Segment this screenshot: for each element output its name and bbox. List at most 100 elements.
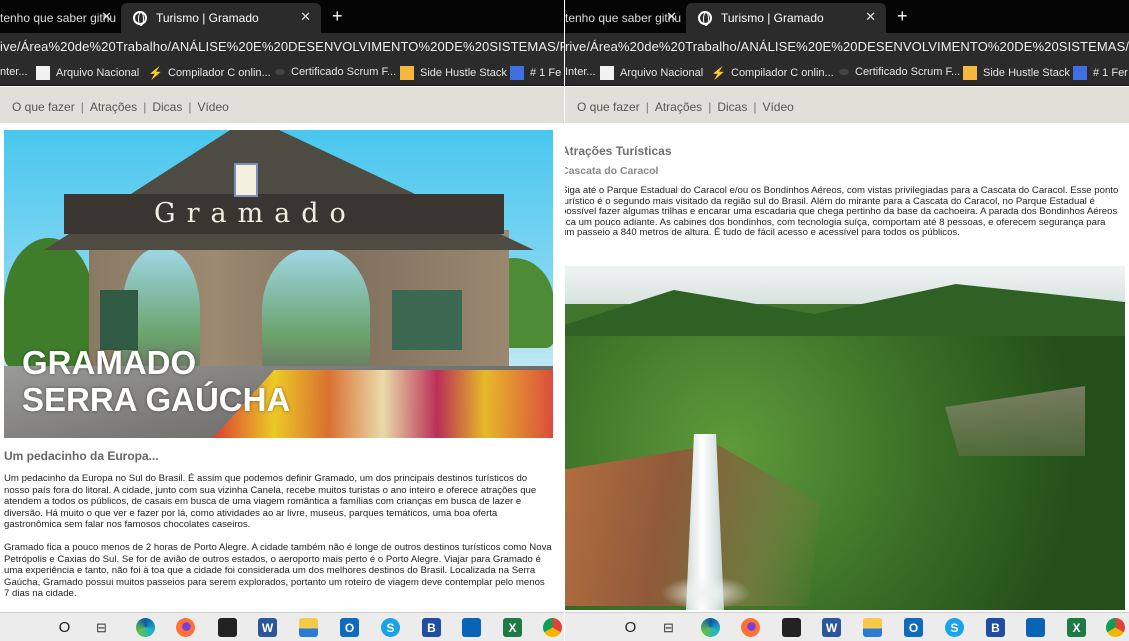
nav-dicas[interactable]: Dicas bbox=[717, 100, 747, 114]
skype-icon[interactable]: S bbox=[945, 618, 964, 637]
excel-icon[interactable]: X bbox=[1067, 618, 1086, 637]
bookmark-scrum[interactable]: Certificado Scrum F... bbox=[275, 66, 396, 78]
task-view-icon[interactable]: ⊟ bbox=[92, 618, 111, 637]
top-nav: O que fazer | Atrações | Dicas | Vídeo bbox=[565, 87, 1129, 123]
mist bbox=[661, 576, 751, 610]
mail-icon[interactable] bbox=[462, 618, 481, 637]
bookmark-label: Side Hustle Stack bbox=[420, 67, 507, 79]
bookmark-label: Inter... bbox=[565, 66, 596, 78]
edge-icon[interactable] bbox=[701, 618, 720, 637]
store-icon[interactable] bbox=[218, 618, 237, 637]
hero-line-2: SERRA GAÚCHA bbox=[22, 381, 291, 418]
bookmark-fe[interactable]: # 1 Fe bbox=[510, 66, 561, 80]
tab-turismo-gramado[interactable]: Turismo | Gramado ✕ bbox=[121, 3, 321, 33]
bookmark-item[interactable]: Inter... bbox=[565, 66, 596, 78]
nav-atracoes[interactable]: Atrações bbox=[655, 100, 702, 114]
search-icon[interactable]: O bbox=[621, 618, 640, 637]
excel-icon[interactable]: X bbox=[503, 618, 522, 637]
tab-close-icon[interactable]: ✕ bbox=[865, 9, 876, 25]
bookmarks-bar: nter... Arquivo Nacional ⚡ Compilador C o… bbox=[0, 62, 564, 86]
doc-icon bbox=[510, 66, 524, 80]
nav-separator: | bbox=[753, 100, 757, 114]
file-explorer-icon[interactable] bbox=[299, 618, 318, 637]
tab-close-icon[interactable]: ✕ bbox=[666, 9, 677, 25]
certificate-icon bbox=[275, 69, 285, 75]
bookmark-scrum[interactable]: Certificado Scrum F... bbox=[839, 66, 960, 78]
store-icon[interactable] bbox=[782, 618, 801, 637]
bookmark-side-hustle[interactable]: Side Hustle Stack bbox=[400, 66, 507, 80]
bookmark-arquivo-nacional[interactable]: Arquivo Nacional bbox=[36, 66, 139, 80]
file-explorer-icon[interactable] bbox=[863, 618, 882, 637]
address-bar[interactable]: ive/Área%20de%20Trabalho/ANÁLISE%20E%20D… bbox=[0, 33, 564, 62]
task-view-icon[interactable]: ⊟ bbox=[659, 618, 678, 637]
bookmark-arquivo-nacional[interactable]: Arquivo Nacional bbox=[600, 66, 703, 80]
chrome-icon[interactable] bbox=[543, 618, 562, 637]
right-browser-window: tenho que saber githu ✕ Turismo | Gramad… bbox=[565, 0, 1129, 641]
tab-github[interactable]: tenho que saber githu ✕ bbox=[565, 3, 683, 33]
section-heading: Atrações Turísticas bbox=[565, 144, 672, 158]
tab-close-icon[interactable]: ✕ bbox=[101, 9, 112, 25]
document-icon bbox=[600, 66, 614, 80]
skype-icon[interactable]: S bbox=[381, 618, 400, 637]
tab-turismo-gramado[interactable]: Turismo | Gramado ✕ bbox=[686, 3, 886, 33]
tab-strip: tenho que saber githu ✕ Turismo | Gramad… bbox=[565, 0, 1129, 33]
bookmark-label: Side Hustle Stack bbox=[983, 67, 1070, 79]
nav-o-que-fazer[interactable]: O que fazer bbox=[12, 100, 75, 114]
bookmark-label: Certificado Scrum F... bbox=[291, 66, 397, 78]
url-text[interactable]: ive/Área%20de%20Trabalho/ANÁLISE%20E%20D… bbox=[0, 39, 564, 54]
nav-video[interactable]: Vídeo bbox=[197, 100, 228, 114]
new-tab-button[interactable]: + bbox=[332, 6, 343, 26]
bookmark-label: nter... bbox=[0, 66, 28, 78]
nav-video[interactable]: Vídeo bbox=[762, 100, 793, 114]
doc-icon bbox=[1073, 66, 1087, 80]
section-subheading: Cascata do Caracol bbox=[565, 165, 659, 177]
tab-close-icon[interactable]: ✕ bbox=[300, 9, 311, 25]
globe-icon bbox=[133, 11, 147, 26]
stack-icon bbox=[963, 66, 977, 80]
hero-image-gramado-portal: Gramado GRAMADO SERRA GAÚCHA bbox=[4, 130, 553, 438]
waterfall-image-cascata-caracol bbox=[565, 266, 1125, 610]
mail-icon[interactable] bbox=[1026, 618, 1045, 637]
paragraph-location: Gramado fica a pouco menos de 2 horas de… bbox=[4, 542, 552, 600]
outlook-icon[interactable]: O bbox=[904, 618, 923, 637]
globe-icon bbox=[698, 11, 712, 26]
bookmark-fer[interactable]: # 1 Fer bbox=[1073, 66, 1128, 80]
top-nav: O que fazer | Atrações | Dicas | Vídeo bbox=[0, 87, 564, 123]
window bbox=[100, 290, 138, 350]
document-icon bbox=[36, 66, 50, 80]
certificate-icon bbox=[839, 69, 849, 75]
nav-o-que-fazer[interactable]: O que fazer bbox=[577, 100, 640, 114]
nav-atracoes[interactable]: Atrações bbox=[90, 100, 137, 114]
bookmark-compilador[interactable]: ⚡ Compilador C onlin... bbox=[711, 66, 834, 80]
url-text[interactable]: rive/Área%20de%20Trabalho/ANÁLISE%20E%20… bbox=[565, 39, 1129, 54]
taskbar: O ⊟ W O S B X bbox=[0, 612, 564, 641]
b-app-icon[interactable]: B bbox=[986, 618, 1005, 637]
bookmark-item[interactable]: nter... bbox=[0, 66, 28, 78]
bookmark-label: Compilador C onlin... bbox=[731, 67, 834, 79]
search-icon[interactable]: O bbox=[55, 618, 74, 637]
page-content: O que fazer | Atrações | Dicas | Vídeo Atraçõe… bbox=[565, 87, 1129, 612]
chrome-icon[interactable] bbox=[1106, 618, 1125, 637]
lightning-icon: ⚡ bbox=[711, 66, 726, 80]
crest-icon bbox=[234, 163, 258, 197]
bookmark-compilador[interactable]: ⚡ Compilador C onlin... bbox=[148, 66, 271, 80]
tab-strip: tenho que saber githu ✕ Turismo | Gramad… bbox=[0, 0, 564, 33]
word-icon[interactable]: W bbox=[822, 618, 841, 637]
lightning-icon: ⚡ bbox=[148, 66, 163, 80]
word-icon[interactable]: W bbox=[258, 618, 277, 637]
bookmark-side-hustle[interactable]: Side Hustle Stack bbox=[963, 66, 1070, 80]
b-app-icon[interactable]: B bbox=[422, 618, 441, 637]
nav-separator: | bbox=[645, 100, 649, 114]
outlook-icon[interactable]: O bbox=[340, 618, 359, 637]
firefox-icon[interactable] bbox=[176, 618, 195, 637]
tab-github[interactable]: tenho que saber githu ✕ bbox=[0, 3, 118, 33]
edge-icon[interactable] bbox=[136, 618, 155, 637]
nav-separator: | bbox=[80, 100, 84, 114]
new-tab-button[interactable]: + bbox=[897, 6, 908, 26]
firefox-icon[interactable] bbox=[741, 618, 760, 637]
address-bar[interactable]: rive/Área%20de%20Trabalho/ANÁLISE%20E%20… bbox=[565, 33, 1129, 62]
bookmarks-bar: Inter... Arquivo Nacional ⚡ Compilador C … bbox=[565, 62, 1129, 86]
nav-dicas[interactable]: Dicas bbox=[152, 100, 182, 114]
tab-title: tenho que saber githu bbox=[0, 11, 117, 25]
bookmark-label: Compilador C onlin... bbox=[168, 67, 271, 79]
